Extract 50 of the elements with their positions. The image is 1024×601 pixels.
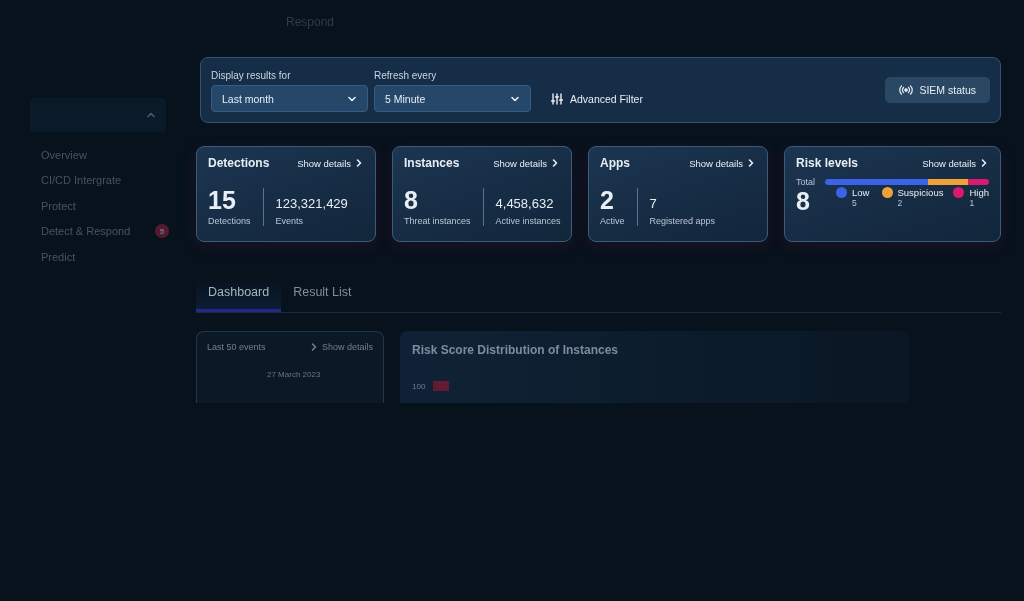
legend-label: Low: [852, 187, 870, 198]
count-badge: 5: [155, 224, 169, 239]
caret-icon: [146, 110, 156, 120]
legend-label: High: [969, 187, 989, 198]
card-title: Risk levels: [796, 156, 859, 170]
stat-value: 4,458,632: [495, 197, 555, 210]
axis-tick: 100: [412, 381, 426, 391]
stat-label: Events: [275, 216, 305, 226]
stat-label: Active instances: [495, 216, 561, 226]
legend-count: 1: [969, 198, 976, 208]
total-value: 8: [796, 189, 811, 214]
chart-bar: [433, 381, 450, 391]
total-label: Total: [796, 177, 815, 187]
stat-label: Detections: [208, 216, 251, 226]
broadcast-icon: [899, 85, 914, 95]
panel-title: Last 50 events: [207, 342, 266, 352]
stat-label: Active: [600, 216, 625, 226]
field-label: Display results for: [211, 70, 292, 81]
stat-value: 15: [208, 188, 237, 213]
sliders-icon: [551, 92, 563, 105]
legend-count: 2: [897, 198, 904, 208]
show-details-link[interactable]: Show details: [308, 342, 373, 352]
chart-title: Risk Score Distribution of Instances: [412, 343, 620, 357]
show-details-link[interactable]: Show details: [922, 157, 989, 169]
stat-value: 123,321,429: [275, 197, 348, 210]
advanced-filter-button[interactable]: Advanced Filter: [547, 85, 647, 112]
chevron-icon: [354, 158, 364, 168]
legend-label: Suspicious: [897, 187, 944, 198]
chevron-icon: [550, 158, 560, 168]
show-details-link[interactable]: Show details: [493, 157, 560, 169]
card-title: Detections: [208, 156, 270, 170]
chevron-icon: [746, 158, 756, 168]
field-label: Refresh every: [374, 70, 438, 81]
card-title: Instances: [404, 156, 460, 170]
siem-status-button[interactable]: SIEM status: [885, 77, 990, 103]
stat-value: 7: [649, 197, 658, 210]
stat-label: Registered apps: [649, 216, 716, 226]
card-title: Apps: [600, 156, 630, 170]
stat-label: Threat instances: [404, 216, 471, 226]
stat-value: 2: [600, 188, 615, 213]
dropdown[interactable]: Last month: [211, 85, 368, 112]
event-date: 27 March 2023: [267, 370, 322, 379]
chevron-icon: [979, 158, 989, 168]
tab[interactable]: Result List: [281, 278, 364, 312]
dropdown[interactable]: 5 Minute: [374, 85, 531, 112]
sidebar-dropdown[interactable]: [30, 98, 166, 132]
legend-count: 5: [852, 198, 858, 208]
stat-value: 8: [404, 188, 419, 213]
show-details-link[interactable]: Show details: [297, 157, 364, 169]
show-details-link[interactable]: Show details: [689, 157, 756, 169]
